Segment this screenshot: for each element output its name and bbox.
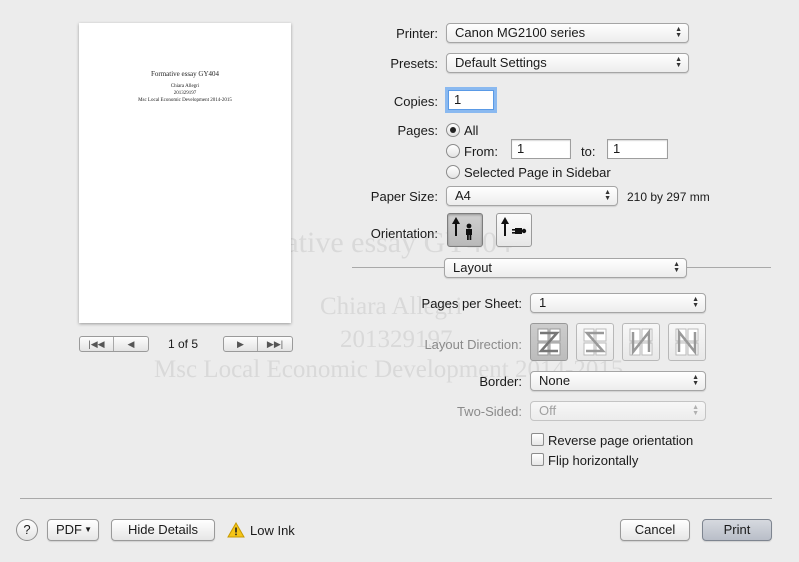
- printer-label: Printer:: [396, 26, 438, 41]
- two-sided-label: Two-Sided:: [456, 404, 522, 419]
- hide-details-button[interactable]: Hide Details: [111, 519, 215, 541]
- pages-per-sheet-label: Pages per Sheet:: [421, 296, 522, 311]
- first-page-button[interactable]: |◀◀: [80, 337, 114, 351]
- printer-select[interactable]: Canon MG2100 series ▲ ▼: [446, 23, 689, 43]
- two-sided-select[interactable]: Off ▲ ▼: [530, 401, 706, 421]
- layout-direction-n-button[interactable]: [622, 323, 660, 361]
- section-select[interactable]: Layout ▲ ▼: [444, 258, 687, 278]
- layout-direction-reverse-z-button[interactable]: [576, 323, 614, 361]
- popup-arrows-icon: ▲ ▼: [692, 296, 699, 309]
- paper-size-select[interactable]: A4 ▲ ▼: [446, 186, 618, 206]
- presets-select[interactable]: Default Settings ▲ ▼: [446, 53, 689, 73]
- layout-direction-reverse-n-button[interactable]: [668, 323, 706, 361]
- presets-label: Presets:: [390, 56, 438, 71]
- two-sided-value: Off: [539, 403, 557, 418]
- popup-arrows-icon: ▲ ▼: [692, 404, 699, 417]
- pages-from-label: From:: [464, 144, 498, 159]
- page-indicator: 1 of 5: [168, 337, 199, 351]
- copies-input[interactable]: 1: [448, 90, 494, 110]
- preview-back-nav: |◀◀ ◀: [79, 336, 149, 352]
- popup-arrows-icon: ▲ ▼: [692, 374, 699, 387]
- border-select[interactable]: None ▲ ▼: [530, 371, 706, 391]
- low-ink-label: Low Ink: [250, 523, 295, 538]
- pages-to-input[interactable]: 1: [607, 139, 668, 159]
- layout-n-icon: [629, 328, 653, 356]
- preview-author: Chiara Allegri: [170, 84, 200, 89]
- previous-page-button[interactable]: ◀: [114, 337, 148, 351]
- footer-separator: [20, 498, 772, 499]
- popup-arrows-icon: ▲ ▼: [675, 56, 682, 69]
- preview-course: Msc Local Economic Development 2014-2015: [138, 98, 232, 103]
- chevron-down-icon: ▼: [84, 525, 92, 534]
- flip-horizontally-label: Flip horizontally: [548, 453, 639, 468]
- pages-label: Pages:: [397, 123, 438, 138]
- cancel-button[interactable]: Cancel: [620, 519, 690, 541]
- popup-arrows-icon: ▲ ▼: [673, 261, 680, 274]
- pages-from-input[interactable]: 1: [511, 139, 571, 159]
- portrait-icon: [452, 217, 472, 240]
- pages-to-label: to:: [581, 144, 596, 159]
- pdf-menu-button[interactable]: PDF ▼: [47, 519, 99, 541]
- reverse-orientation-label: Reverse page orientation: [548, 433, 694, 448]
- print-button[interactable]: Print: [702, 519, 772, 541]
- warning-icon: [227, 521, 245, 541]
- orientation-portrait-button[interactable]: [447, 213, 483, 247]
- paper-size-dimensions: 210 by 297 mm: [627, 190, 710, 204]
- layout-z-icon: [537, 328, 561, 356]
- pages-selected-radio[interactable]: [446, 165, 460, 179]
- help-icon: ?: [23, 522, 31, 537]
- layout-direction-label: Layout Direction:: [424, 337, 522, 352]
- pages-range-radio[interactable]: [446, 144, 460, 158]
- landscape-icon: [501, 217, 527, 236]
- preview-title: Formative essay GY404: [150, 70, 220, 78]
- popup-arrows-icon: ▲ ▼: [675, 26, 682, 39]
- border-value: None: [539, 373, 571, 388]
- section-value: Layout: [453, 260, 493, 275]
- pdf-label: PDF: [56, 522, 82, 537]
- layout-reverse-z-icon: [583, 328, 607, 356]
- help-button[interactable]: ?: [16, 519, 38, 541]
- pages-all-radio[interactable]: [446, 123, 460, 137]
- printer-value: Canon MG2100 series: [455, 25, 586, 40]
- pages-selected-label: Selected Page in Sidebar: [464, 165, 611, 180]
- next-page-icon: ▶: [237, 338, 244, 349]
- pages-per-sheet-select[interactable]: 1 ▲ ▼: [530, 293, 706, 313]
- print-preview-page: Formative essay GY404 Chiara Allegri 201…: [79, 23, 291, 323]
- previous-page-icon: ◀: [127, 338, 135, 349]
- orientation-label: Orientation:: [370, 226, 438, 241]
- popup-arrows-icon: ▲ ▼: [604, 189, 611, 202]
- layout-direction-z-button[interactable]: [530, 323, 568, 361]
- border-label: Border:: [479, 374, 522, 389]
- pages-per-sheet-value: 1: [539, 295, 547, 310]
- next-page-button[interactable]: ▶: [224, 337, 258, 351]
- preview-forward-nav: ▶ ▶▶|: [223, 336, 293, 352]
- presets-value: Default Settings: [455, 55, 547, 70]
- paper-size-value: A4: [455, 188, 471, 203]
- last-page-button[interactable]: ▶▶|: [258, 337, 292, 351]
- pages-all-label: All: [464, 123, 479, 138]
- paper-size-label: Paper Size:: [370, 189, 438, 204]
- orientation-landscape-button[interactable]: [496, 213, 532, 247]
- layout-reverse-n-icon: [675, 328, 699, 356]
- reverse-orientation-checkbox[interactable]: [531, 433, 544, 446]
- preview-id: 201329197: [173, 91, 197, 96]
- last-page-icon: ▶▶|: [266, 338, 284, 349]
- first-page-icon: |◀◀: [88, 338, 105, 349]
- copies-label: Copies:: [393, 94, 438, 109]
- flip-horizontally-checkbox[interactable]: [531, 453, 544, 466]
